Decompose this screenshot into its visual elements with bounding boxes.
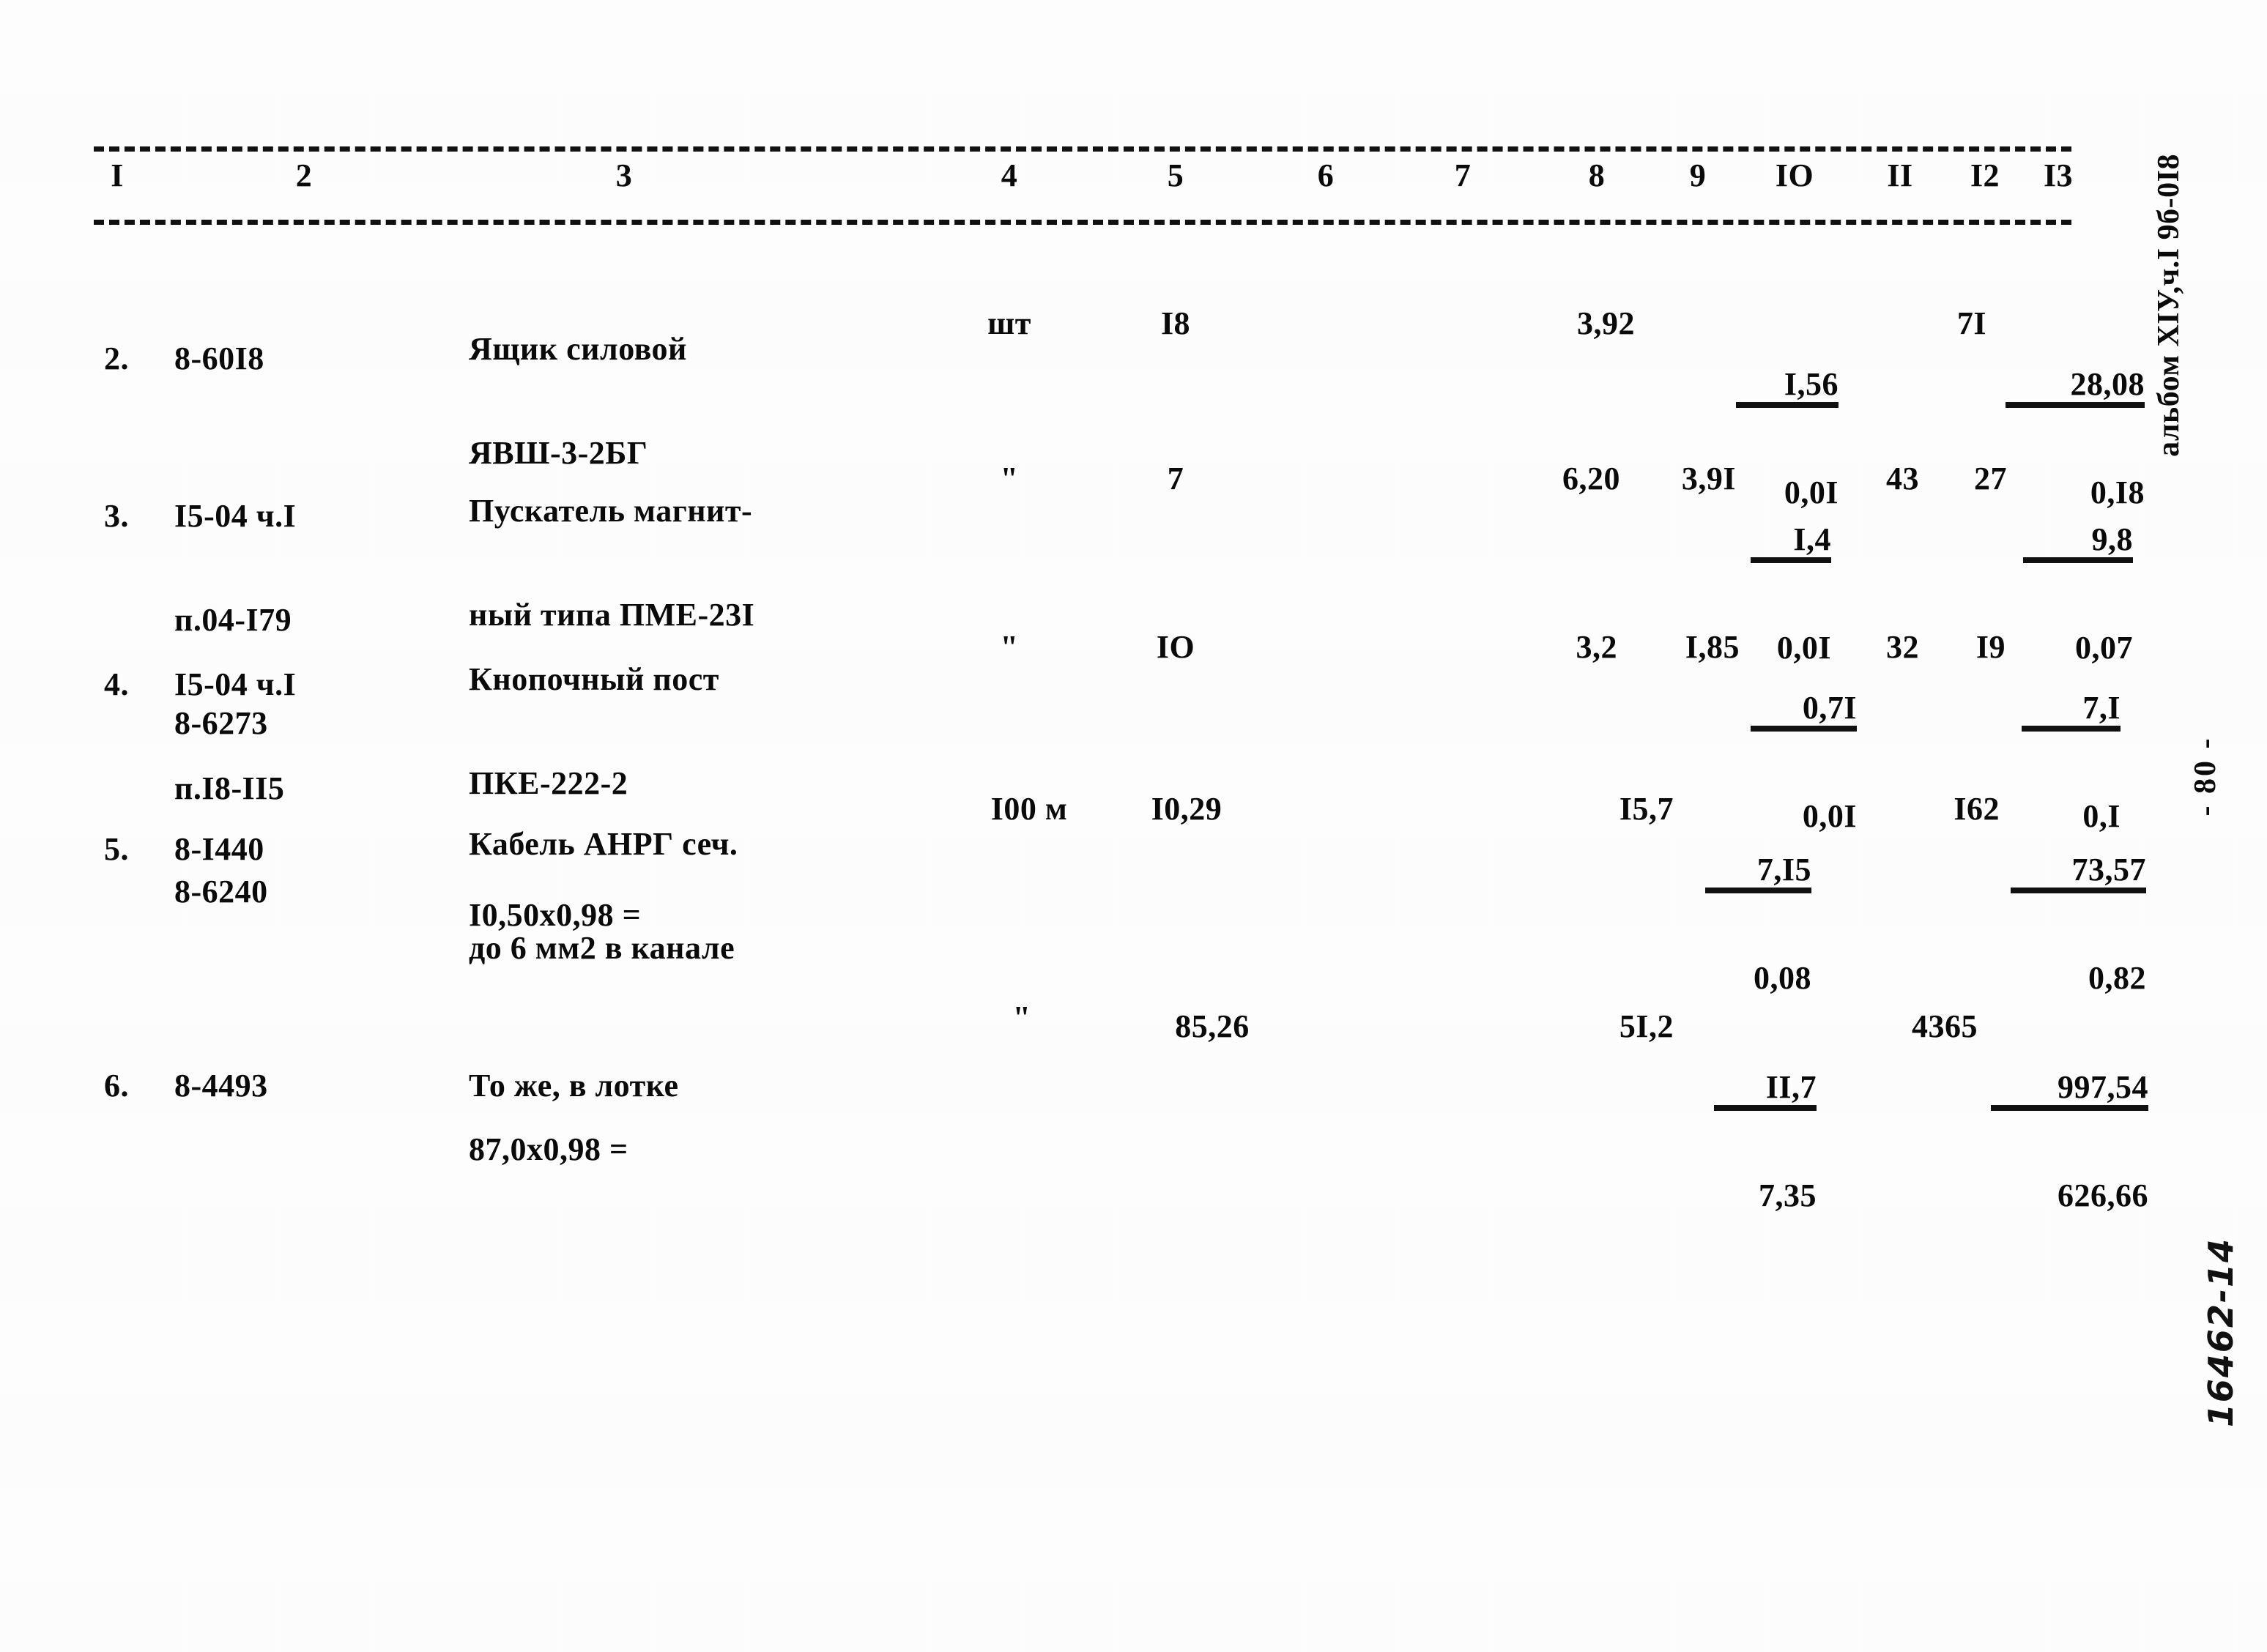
column-header-9: 9 [1689,157,1707,193]
column-header-6: 6 [1317,157,1335,193]
row-unit-cell: I00 м [990,791,1068,827]
row-col9-cell: 3,9I [1681,461,1736,496]
row-col10-fraction: II,7 7,35 [1714,1006,1817,1277]
row-number: 3. [104,498,129,534]
row-unit-cell: " [1000,629,1019,665]
row-number: 2. [104,341,129,376]
fraction-numerator: II,7 [1714,1070,1817,1112]
row-col8-cell: I5,7 [1619,791,1674,827]
fraction-numerator: 0,7I [1751,691,1857,732]
row-name-line: Кнопочный пост [469,661,719,697]
row-formula: I0,50x0,98 = [469,897,642,933]
row-col8-cell: 5I,2 [1619,1008,1674,1044]
row-unit-cell: " [1000,461,1019,496]
row-col8-cell: 6,20 [1562,461,1620,496]
fraction-denominator: 0,82 [2088,960,2146,997]
row-qty-cell: I0,29 [1151,791,1222,827]
fraction-denominator: 0,08 [1754,960,1811,997]
table-row: 3. [104,432,138,600]
row-qty-cell: 7 [1167,461,1184,496]
row-col12-cell: 27 [1974,461,2007,496]
row-name-line: до 6 мм2 в канале [469,929,735,966]
table-row: 2. [104,275,138,443]
row-name-cell: Кабель АНРГ сеч. до 6 мм2 в канале [469,760,738,1032]
row-col12-cell: I62 [1954,791,2000,827]
row-qty-cell: IO [1156,629,1195,665]
row-col8-cell: 3,2 [1576,629,1617,665]
row-code-line: I5-04 ч.I [174,666,297,702]
column-header-10: IO [1775,157,1814,193]
column-header-5: 5 [1167,157,1184,193]
row-code-line: 8-I440 [174,831,264,867]
fraction-numerator: 9,8 [2023,522,2133,564]
row-number: 5. [104,831,129,867]
row-formula: 87,0x0,98 = [469,1131,628,1167]
fraction-numerator: 28,08 [2006,367,2145,409]
fraction-numerator: 7,I [2022,691,2121,732]
column-header-1: I [111,157,124,193]
column-header-12: I2 [1970,157,2000,193]
fraction-denominator: 7,35 [1759,1177,1817,1214]
row-unit-cell: " [1012,1000,1031,1035]
table-row: 4. [104,600,138,769]
row-code-line: I5-04 ч.I [174,498,297,534]
row-number: 4. [104,666,129,702]
row-col13-fraction: 997,54 626,66 [1991,1006,2148,1277]
handwritten-archive-id: 16462-14 [2201,1238,2241,1428]
scan-grain-overlay [0,0,2267,1652]
row-col8-cell: 3,92 [1577,305,1635,341]
column-header-3: 3 [615,157,633,193]
row-col11-cell: 32 [1886,629,1919,665]
row-name-line: Ящик силовой [469,331,687,367]
row-col12-cell: 4365 [1912,1008,1978,1044]
table-header-top-rule [94,146,2071,152]
column-header-2: 2 [295,157,313,193]
row-name-line: Кабель АНРГ сеч. [469,826,738,862]
row-code-cell: 8-60I8 [174,275,264,443]
column-header-7: 7 [1454,157,1472,193]
album-reference-mark: альбом XIУ,ч.I 9б-0I8 [2152,154,2186,457]
column-header-11: II [1887,157,1913,193]
table-row: 6. [104,1002,138,1170]
row-unit-cell: шт [987,305,1031,341]
row-qty-cell: 85,26 [1175,1008,1250,1044]
row-code-cell: 8-4493 [174,1002,268,1170]
row-number: 6. [104,1068,129,1104]
row-col12-cell: 7I [1956,305,1986,341]
fraction-numerator: I,56 [1736,367,1839,409]
fraction-numerator: 7,I5 [1705,852,1811,894]
row-col9-cell: I,85 [1685,629,1740,665]
row-name-line: То же, в лотке [469,1068,679,1104]
fraction-numerator: 73,57 [2011,852,2146,894]
fraction-numerator: 997,54 [1991,1070,2148,1112]
row-col11-cell: 43 [1886,461,1919,496]
fraction-numerator: I,4 [1751,522,1831,564]
column-header-4: 4 [1001,157,1018,193]
page-number: - 80 - [2189,736,2222,816]
row-code-cell: 8-I440 [174,765,264,934]
row-code-line: 8-60I8 [174,341,264,376]
table-row: 5. [104,765,138,934]
fraction-denominator: 626,66 [2058,1177,2148,1214]
row-name-line: Пускатель магнит- [469,493,753,529]
row-qty-cell: I8 [1160,305,1191,341]
document-page: I 2 3 4 5 6 7 8 9 IO II I2 I3 2. 8-60I8 … [0,0,2267,1652]
table-header-bottom-rule [94,220,2071,225]
row-code-line: 8-4493 [174,1068,268,1104]
column-header-13: I3 [2043,157,2074,193]
row-col12-cell: I9 [1975,629,2006,665]
column-header-8: 8 [1588,157,1606,193]
